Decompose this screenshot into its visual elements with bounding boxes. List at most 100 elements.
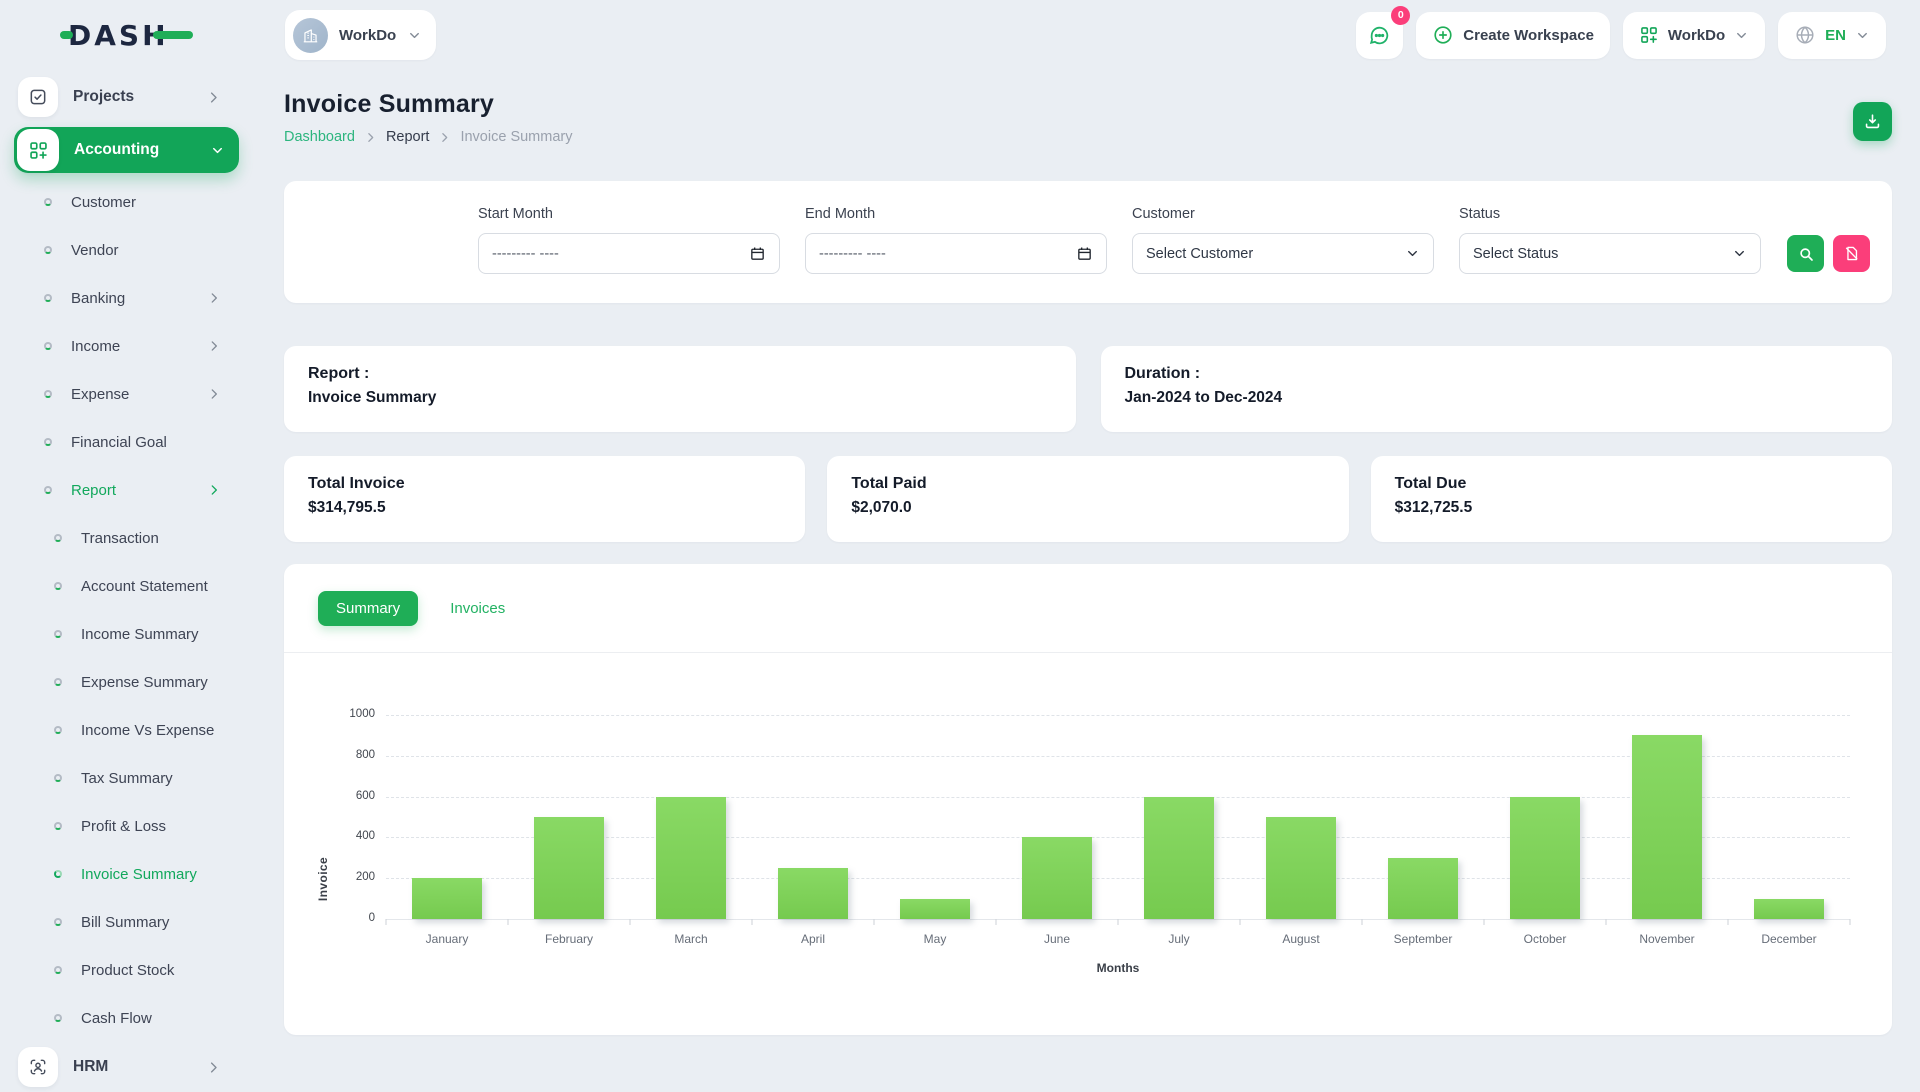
- sidebar-item-projects[interactable]: Projects: [0, 72, 255, 122]
- sidebar-item-income-vs-expense[interactable]: Income Vs Expense: [0, 706, 255, 754]
- tab-summary[interactable]: Summary: [318, 591, 418, 626]
- bar-april[interactable]: [778, 868, 848, 919]
- duration-card-value: Jan-2024 to Dec-2024: [1125, 389, 1869, 407]
- status-select[interactable]: Select Status: [1459, 233, 1761, 274]
- bullet-icon: [44, 390, 52, 398]
- sidebar-item-bill-summary[interactable]: Bill Summary: [0, 898, 255, 946]
- chevron-right-icon: [207, 339, 221, 353]
- end-month-input[interactable]: --------- ----: [805, 233, 1107, 274]
- main-content: Invoice Summary Dashboard Report Invoice…: [255, 70, 1920, 1080]
- x-axis-tick: [1362, 919, 1363, 925]
- bullet-icon: [44, 342, 52, 350]
- sidebar-item-product-stock[interactable]: Product Stock: [0, 946, 255, 994]
- y-axis-tick-label: 400: [356, 830, 375, 842]
- language-label: EN: [1825, 27, 1846, 44]
- bar-june[interactable]: [1022, 837, 1092, 919]
- sidebar-item-banking[interactable]: Banking: [0, 274, 255, 322]
- start-month-input[interactable]: --------- ----: [478, 233, 780, 274]
- sidebar-item-customer[interactable]: Customer: [0, 178, 255, 226]
- messages-button[interactable]: 0: [1356, 12, 1403, 59]
- checkbox-icon: [18, 77, 58, 117]
- download-button[interactable]: [1853, 102, 1892, 141]
- sidebar-item-report[interactable]: Report: [0, 466, 255, 514]
- bullet-icon: [54, 1014, 62, 1022]
- bullet-icon: [54, 822, 62, 830]
- logo-accent-right: [153, 31, 193, 39]
- sidebar-item-vendor[interactable]: Vendor: [0, 226, 255, 274]
- bullet-icon: [54, 918, 62, 926]
- sidebar-item-account-statement[interactable]: Account Statement: [0, 562, 255, 610]
- chart-card: Summary Invoices Invoice 020040060080010…: [284, 564, 1892, 1035]
- sidebar: Projects Accounting Customer Vendor Bank…: [0, 70, 255, 1080]
- sidebar-item-expense-summary[interactable]: Expense Summary: [0, 658, 255, 706]
- bar-slot: November: [1606, 715, 1728, 919]
- chevron-down-icon: [1732, 246, 1747, 261]
- sidebar-item-expense[interactable]: Expense: [0, 370, 255, 418]
- reset-button[interactable]: [1833, 235, 1870, 272]
- sidebar-item-hrm[interactable]: HRM: [0, 1042, 255, 1092]
- bar-march[interactable]: [656, 797, 726, 919]
- workspace-pill[interactable]: WorkDo: [285, 10, 436, 60]
- bar-february[interactable]: [534, 817, 604, 919]
- app-logo[interactable]: DASH: [60, 19, 255, 52]
- chevron-down-icon: [1855, 28, 1870, 43]
- sidebar-item-label: Projects: [73, 88, 134, 106]
- sidebar-item-income-summary[interactable]: Income Summary: [0, 610, 255, 658]
- report-info-row: Report : Invoice Summary Duration : Jan-…: [284, 346, 1892, 432]
- sidebar-item-financial-goal[interactable]: Financial Goal: [0, 418, 255, 466]
- x-axis-tick: [1118, 919, 1119, 925]
- grid-plus-icon: [1639, 25, 1659, 45]
- report-card: Report : Invoice Summary: [284, 346, 1076, 432]
- bar-slot: June: [996, 715, 1118, 919]
- download-icon: [1863, 112, 1882, 131]
- bullet-icon: [54, 678, 62, 686]
- sidebar-item-cash-flow[interactable]: Cash Flow: [0, 994, 255, 1042]
- y-axis-tick-label: 800: [356, 749, 375, 761]
- total-due-card: Total Due $312,725.5: [1371, 456, 1892, 542]
- bar-july[interactable]: [1144, 797, 1214, 919]
- x-axis-tick-label: December: [1761, 932, 1816, 946]
- breadcrumb-dashboard[interactable]: Dashboard: [284, 129, 355, 145]
- bar-december[interactable]: [1754, 899, 1824, 919]
- chevron-right-icon: [206, 1060, 221, 1075]
- building-icon: [301, 26, 320, 45]
- bar-slot: January: [386, 715, 508, 919]
- language-selector[interactable]: EN: [1778, 12, 1886, 59]
- sidebar-item-invoice-summary[interactable]: Invoice Summary: [0, 850, 255, 898]
- x-axis-tick-label: October: [1524, 932, 1567, 946]
- bar-may[interactable]: [900, 899, 970, 919]
- customer-select[interactable]: Select Customer: [1132, 233, 1434, 274]
- sidebar-item-accounting[interactable]: Accounting: [14, 127, 239, 173]
- breadcrumb-report[interactable]: Report: [386, 129, 430, 145]
- tab-invoices[interactable]: Invoices: [432, 591, 523, 626]
- bar-slot: October: [1484, 715, 1606, 919]
- page-title: Invoice Summary: [284, 90, 572, 119]
- bar-october[interactable]: [1510, 797, 1580, 919]
- bar-slot: April: [752, 715, 874, 919]
- search-button[interactable]: [1787, 235, 1824, 272]
- chart-tabs: Summary Invoices: [318, 591, 1892, 626]
- chevron-right-icon: [207, 387, 221, 401]
- bar-august[interactable]: [1266, 817, 1336, 919]
- filter-panel: Start Month --------- ---- End Month ---…: [284, 181, 1892, 303]
- bullet-icon: [44, 486, 52, 494]
- chevron-right-icon: [207, 291, 221, 305]
- grid-plus-icon: [17, 129, 59, 171]
- sidebar-item-profit-loss[interactable]: Profit & Loss: [0, 802, 255, 850]
- bar-september[interactable]: [1388, 858, 1458, 919]
- report-card-title: Report :: [308, 365, 1052, 383]
- workspace-name: WorkDo: [339, 27, 396, 44]
- bullet-icon: [44, 294, 52, 302]
- user-scan-icon: [18, 1047, 58, 1087]
- workspace-menu-button[interactable]: WorkDo: [1623, 12, 1765, 59]
- bar-november[interactable]: [1632, 735, 1702, 919]
- x-axis-tick: [1728, 919, 1729, 925]
- create-workspace-button[interactable]: Create Workspace: [1416, 12, 1610, 59]
- sidebar-item-transaction[interactable]: Transaction: [0, 514, 255, 562]
- bar-january[interactable]: [412, 878, 482, 919]
- end-month-label: End Month: [805, 206, 1107, 222]
- sidebar-item-income[interactable]: Income: [0, 322, 255, 370]
- sidebar-item-tax-summary[interactable]: Tax Summary: [0, 754, 255, 802]
- duration-card: Duration : Jan-2024 to Dec-2024: [1101, 346, 1893, 432]
- x-axis-tick: [1606, 919, 1607, 925]
